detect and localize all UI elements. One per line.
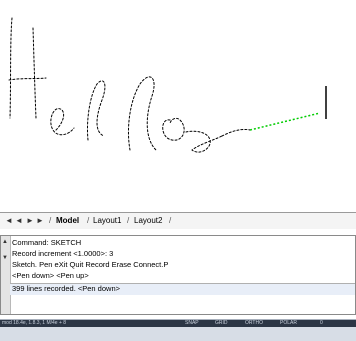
drawing-canvas[interactable] xyxy=(0,0,356,200)
sketch-stroke-h-cross xyxy=(8,77,47,81)
sketch-drawing xyxy=(8,17,327,153)
command-input-text: 399 lines recorded. <Pen down> xyxy=(12,284,120,293)
next-tab-button[interactable]: ► xyxy=(26,214,34,228)
tab-separator: / xyxy=(49,216,52,225)
grid-toggle[interactable]: GRID xyxy=(215,319,228,327)
last-tab-button[interactable]: ► xyxy=(36,214,44,228)
polar-toggle[interactable]: POLAR xyxy=(280,319,297,327)
tab-layout2[interactable]: Layout2 xyxy=(134,214,162,228)
command-history-line: Record increment <1.0000>: 3 xyxy=(12,249,114,258)
tab-strip: ◄ ◄ ► ► / Model / Layout1 / Layout2 / xyxy=(0,212,356,229)
first-tab-button[interactable]: ◄ xyxy=(5,214,13,228)
scroll-down-icon[interactable]: ▼ xyxy=(2,254,8,262)
status-bar: mod 18.4e, 1.8.3, 1 M/4e + 8 SNAP GRID O… xyxy=(0,319,356,341)
tab-separator: / xyxy=(169,216,172,225)
sketch-stroke-l2 xyxy=(127,76,157,151)
command-history-frame: ▲ ▼ Command: SKETCH Record increment <1.… xyxy=(0,235,356,315)
sketch-stroke-e1 xyxy=(50,108,75,136)
tab-separator: / xyxy=(87,216,90,225)
scroll-up-icon[interactable]: ▲ xyxy=(2,238,8,246)
sketch-stroke-o xyxy=(162,117,185,141)
sketch-stroke-h-left xyxy=(9,17,13,119)
tab-layout1[interactable]: Layout1 xyxy=(93,214,121,228)
snap-toggle[interactable]: SNAP xyxy=(185,319,199,327)
coordinate-readout: mod 18.4e, 1.8.3, 1 M/4e + 8 xyxy=(2,320,67,326)
sketch-stroke-h-right xyxy=(32,27,37,119)
rubberband-line xyxy=(249,112,321,131)
status-strip: mod 18.4e, 1.8.3, 1 M/4e + 8 SNAP GRID O… xyxy=(0,320,356,327)
command-input-line[interactable]: 399 lines recorded. <Pen down> xyxy=(10,283,355,295)
tab-separator: / xyxy=(127,216,130,225)
layout-tab-bar: ◄ ◄ ► ► / Model / Layout1 / Layout2 / xyxy=(0,200,356,232)
command-history-line: <Pen down> <Pen up> xyxy=(12,271,89,280)
prev-tab-button[interactable]: ◄ xyxy=(15,214,23,228)
ortho-toggle[interactable]: ORTHO xyxy=(245,319,263,327)
command-window: ▲ ▼ Command: SKETCH Record increment <1.… xyxy=(0,232,356,320)
tab-model[interactable]: Model xyxy=(56,214,79,228)
sketch-stroke-flourish xyxy=(221,129,251,137)
command-scrollbar[interactable]: ▲ ▼ xyxy=(1,236,11,314)
command-history-line: Command: SKETCH xyxy=(12,238,82,247)
sketch-stroke-tail xyxy=(185,130,223,153)
command-history-line: Sketch. Pen eXit Quit Record Erase Conne… xyxy=(12,260,169,269)
sketch-stroke-l1 xyxy=(87,80,106,141)
status-value: 0 xyxy=(320,320,323,326)
